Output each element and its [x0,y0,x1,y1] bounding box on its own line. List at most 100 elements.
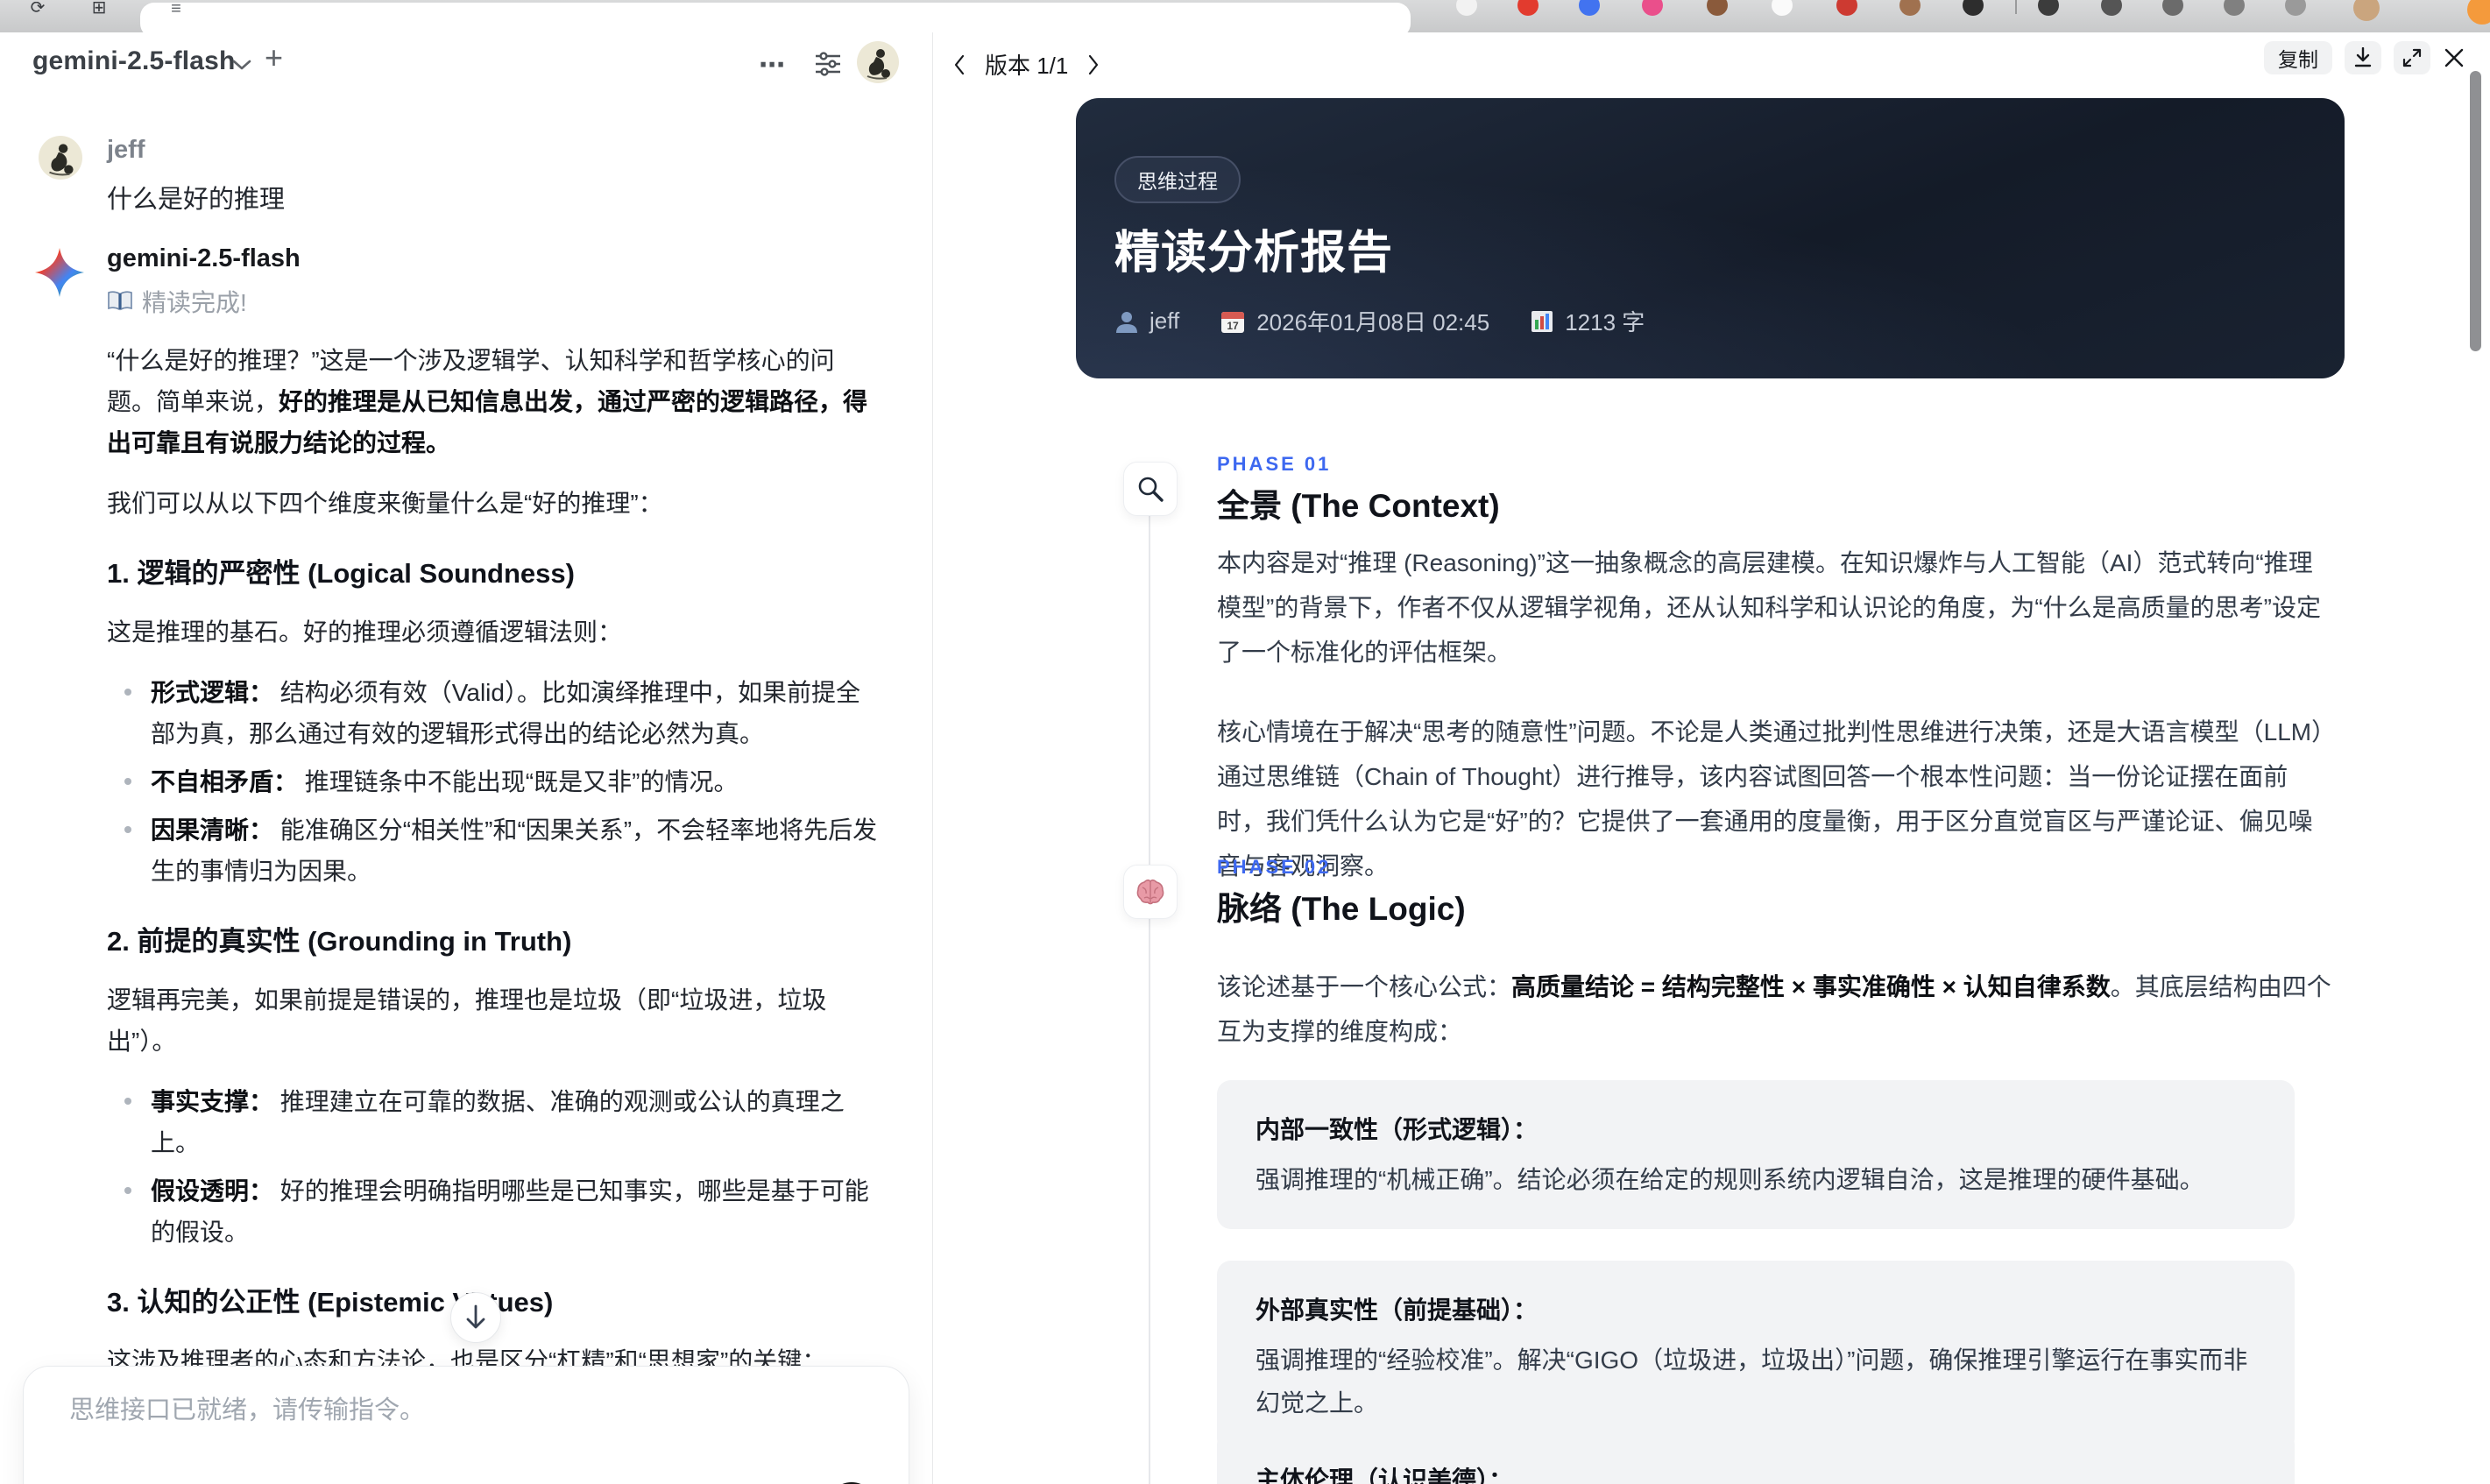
meta-author: jeff [1114,307,1179,335]
report-title: 精读分析报告 [1114,228,1394,279]
reload-icon[interactable]: ⟳ [26,2,49,16]
download-icon [2354,47,2372,67]
toolbar-separator [2015,0,2017,14]
card-title: 内部一致性（形式逻辑）： [1256,1116,1539,1143]
extension-icon[interactable] [2038,0,2059,16]
version-label: 版本 1/1 [985,53,1069,79]
extension-icon[interactable] [2101,0,2122,16]
report-toolbar: 版本 1/1 复制 [934,32,2490,95]
phase1-label: PHASE 01 [1217,453,1332,475]
report-meta: jeff 17 2026年01月08日 02:45 1213 字 [1114,305,1645,337]
chevron-right-icon[interactable] [1087,54,1100,75]
new-chat-button[interactable]: + [265,39,283,76]
paragraph: 本内容是对“推理 (Reasoning)”这一抽象概念的高层建模。在知识爆炸与人… [1217,549,2321,666]
browser-toolbar: ⟳ ⊞ ≡ [0,0,2490,38]
fullscreen-icon [2402,48,2422,67]
extension-icon[interactable] [1456,0,1477,16]
paragraph: 我们可以从以下四个维度来衡量什么是“好的推理”： [107,490,663,517]
extension-icon[interactable] [1642,0,1663,16]
avatar-figure-icon [867,49,890,80]
card-text: 强调推理的“经验校准”。解决“GIGO（垃圾进，垃圾出）”问题，确保推理引擎运行… [1256,1346,2248,1417]
logic-card-1: 内部一致性（形式逻辑）： 强调推理的“机械正确”。结论必须在给定的规则系统内逻辑… [1217,1080,2295,1229]
user-avatar [39,136,82,180]
extension-icon[interactable] [1963,0,1984,16]
extension-icon[interactable] [1517,0,1539,16]
phase2-label: PHASE 02 [1217,856,1332,878]
phase2-body: 该论述基于一个核心公式：高质量结论 = 结构完整性 × 事实准确性 × 认知自律… [1217,965,2337,1089]
extension-icon[interactable] [2285,0,2306,16]
phase-section-2: PHASE 02 脉络 (The Logic) 该论述基于一个核心公式：高质量结… [934,856,2490,1119]
chat-header: gemini-2.5-flash + ⋯ [0,32,932,99]
user-avatar[interactable] [857,41,899,83]
extension-icon[interactable] [2162,0,2183,16]
model-selector[interactable]: gemini-2.5-flash [32,46,236,76]
copy-button[interactable]: 复制 [2264,41,2332,74]
section-heading: 1. 逻辑的严密性 (Logical Soundness) [107,558,575,589]
assistant-name: gemini-2.5-flash [107,244,301,272]
profile-avatar[interactable] [2353,0,2380,21]
arrow-down-icon [466,1304,485,1329]
paragraph: 该论述基于一个核心公式：高质量结论 = 结构完整性 × 事实准确性 × 认知自律… [1217,973,2331,1045]
scroll-to-bottom-button[interactable] [450,1292,501,1343]
phase1-title: 全景 (The Context) [1217,488,1500,524]
chat-panel: gemini-2.5-flash + ⋯ jeff 什么是好的推理 gemini… [0,32,933,1484]
settings-sliders-icon[interactable] [815,52,841,76]
scrollbar-thumb[interactable] [2470,71,2481,351]
user-message-text: 什么是好的推理 [107,186,286,214]
logic-card-3: 主体伦理（认识美德）： 转向推理者的心理特征。引入奥卡姆剃刀和反向论证，旨在克服… [1217,1431,2295,1484]
version-navigator: 版本 1/1 [953,48,1100,81]
extension-icon[interactable] [1836,0,1857,16]
screen: ⟳ ⊞ ≡ gemini-2.5-flash + ⋯ jeff 什么是好的推理 … [0,0,2490,1484]
card-title: 主体伦理（认识美德）： [1256,1466,1514,1484]
meta-word-count: 1213 字 [1530,305,1645,337]
list-item: 事实支撑： 推理建立在可靠的数据、准确的观测或公认的真理之上。 [107,1081,881,1163]
report-document[interactable]: 思维过程 精读分析报告 jeff 17 2026年01月08日 02:45 12… [934,95,2490,1484]
list-item: 形式逻辑： 结构必须有效（Valid）。比如演绎推理中，如果前提全部为真，那么通… [107,672,881,754]
menu-icon[interactable]: ≡ [165,3,187,17]
magnifier-icon [1138,477,1164,502]
phase-section-1: PHASE 01 全景 (The Context) 本内容是对“推理 (Reas… [934,453,2490,880]
svg-text:17: 17 [1227,320,1240,332]
extension-icon[interactable] [1579,0,1600,16]
chat-input[interactable]: 思维接口已就绪，请传输指令。 + [23,1366,909,1484]
report-panel: 版本 1/1 复制 思维过程 精读分析报告 jeff 17 2026年01月08… [934,32,2490,1484]
expand-button[interactable] [2394,41,2430,74]
paragraph: “什么是好的推理？”这是一个涉及逻辑学、认知科学和哲学核心的问题。简单来说，好的… [107,347,868,456]
phase2-icon-box [1123,865,1178,919]
phase2-title: 脉络 (The Logic) [1217,891,1466,927]
card-text: 强调推理的“机械正确”。结论必须在给定的规则系统内逻辑自洽，这是推理的硬件基础。 [1256,1166,2204,1193]
user-message: jeff 什么是好的推理 [107,136,285,216]
paragraph: 逻辑再完美，如果前提是错误的，推理也是垃圾（即“垃圾进，垃圾出”）。 [107,986,827,1055]
gemini-star-icon [35,248,84,297]
extension-icon[interactable] [2467,0,2490,25]
extension-icon[interactable] [1772,0,1793,16]
calendar-icon: 17 [1221,311,1245,333]
chevron-down-icon[interactable] [231,59,252,71]
more-menu-button[interactable]: ⋯ [759,50,789,81]
bar-chart-icon [1531,310,1553,332]
report-hero-card: 思维过程 精读分析报告 jeff 17 2026年01月08日 02:45 12… [1076,98,2345,378]
bullet-list: 事实支撑： 推理建立在可靠的数据、准确的观测或公认的真理之上。 假设透明： 好的… [107,1081,881,1253]
report-actions: 复制 [2264,41,2465,74]
assistant-status-text: 精读完成! [142,289,247,316]
paragraph: 这是推理的基石。好的推理必须遵循逻辑法则： [107,618,623,646]
chat-input-placeholder: 思维接口已就绪，请传输指令。 [69,1396,426,1424]
meta-date: 17 2026年01月08日 02:45 [1220,305,1489,337]
assistant-message: gemini-2.5-flash 精读完成! “什么是好的推理？”这是一个涉及逻… [107,244,881,1484]
list-item: 因果清晰： 能准确区分“相关性”和“因果关系”，不会轻率地将先后发生的事情归为因… [107,809,881,892]
gemini-avatar [35,248,84,297]
chevron-left-icon[interactable] [953,54,966,75]
extension-icon[interactable] [1707,0,1728,16]
extension-icon[interactable] [1899,0,1921,16]
logic-card-2: 外部真实性（前提基础）： 强调推理的“经验校准”。解决“GIGO（垃圾进，垃圾出… [1217,1261,2295,1452]
phase1-icon-box [1123,462,1178,516]
chat-scroll-area[interactable]: jeff 什么是好的推理 gemini-2.5-flash 精读完成! “什么是… [0,101,932,1484]
apps-grid-icon[interactable]: ⊞ [88,2,110,16]
bullet-list: 形式逻辑： 结构必须有效（Valid）。比如演绎推理中，如果前提全部为真，那么通… [107,672,881,892]
open-book-icon [108,291,132,311]
section-heading: 2. 前提的真实性 (Grounding in Truth) [107,926,572,957]
person-icon [1116,311,1137,333]
extension-icon[interactable] [2224,0,2245,16]
close-icon[interactable] [2443,46,2465,69]
download-button[interactable] [2345,41,2381,74]
